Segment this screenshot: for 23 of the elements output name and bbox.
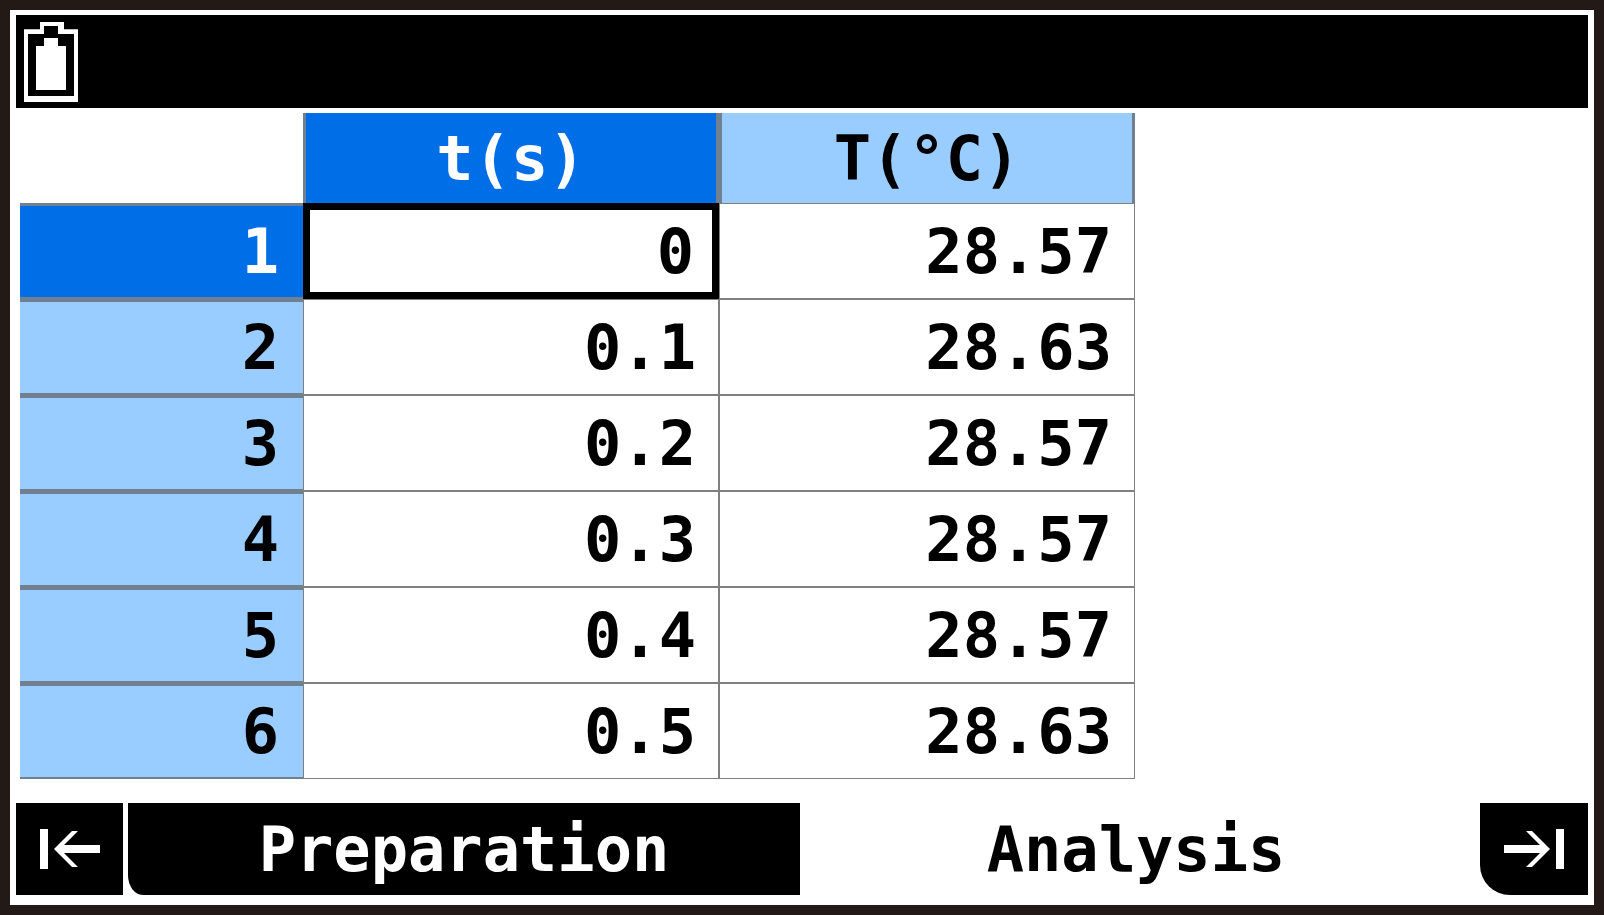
- row-number[interactable]: 6: [20, 683, 303, 779]
- table-cell[interactable]: 0: [303, 203, 719, 299]
- table-cell[interactable]: 0.1: [303, 299, 719, 395]
- table-cell[interactable]: 28.57: [719, 491, 1135, 587]
- table-cell[interactable]: 0.5: [303, 683, 719, 779]
- row-number[interactable]: 5: [20, 587, 303, 683]
- row-number[interactable]: 3: [20, 395, 303, 491]
- row-number[interactable]: 2: [20, 299, 303, 395]
- battery-icon: [24, 21, 78, 102]
- table-cell[interactable]: 28.57: [719, 395, 1135, 491]
- table-cell[interactable]: 28.57: [719, 587, 1135, 683]
- table-cell[interactable]: 0.2: [303, 395, 719, 491]
- first-tab-button[interactable]: [16, 803, 123, 895]
- table-cell[interactable]: 0.3: [303, 491, 719, 587]
- table-cell[interactable]: 28.63: [719, 299, 1135, 395]
- row-number[interactable]: 1: [20, 203, 303, 299]
- table-cell[interactable]: 0.4: [303, 587, 719, 683]
- column-header[interactable]: T(°C): [719, 113, 1135, 203]
- table-cell[interactable]: 28.63: [719, 683, 1135, 779]
- column-header[interactable]: t(s): [303, 113, 719, 203]
- row-number[interactable]: 4: [20, 491, 303, 587]
- last-tab-button[interactable]: [1480, 803, 1588, 895]
- table-cell[interactable]: 28.57: [719, 203, 1135, 299]
